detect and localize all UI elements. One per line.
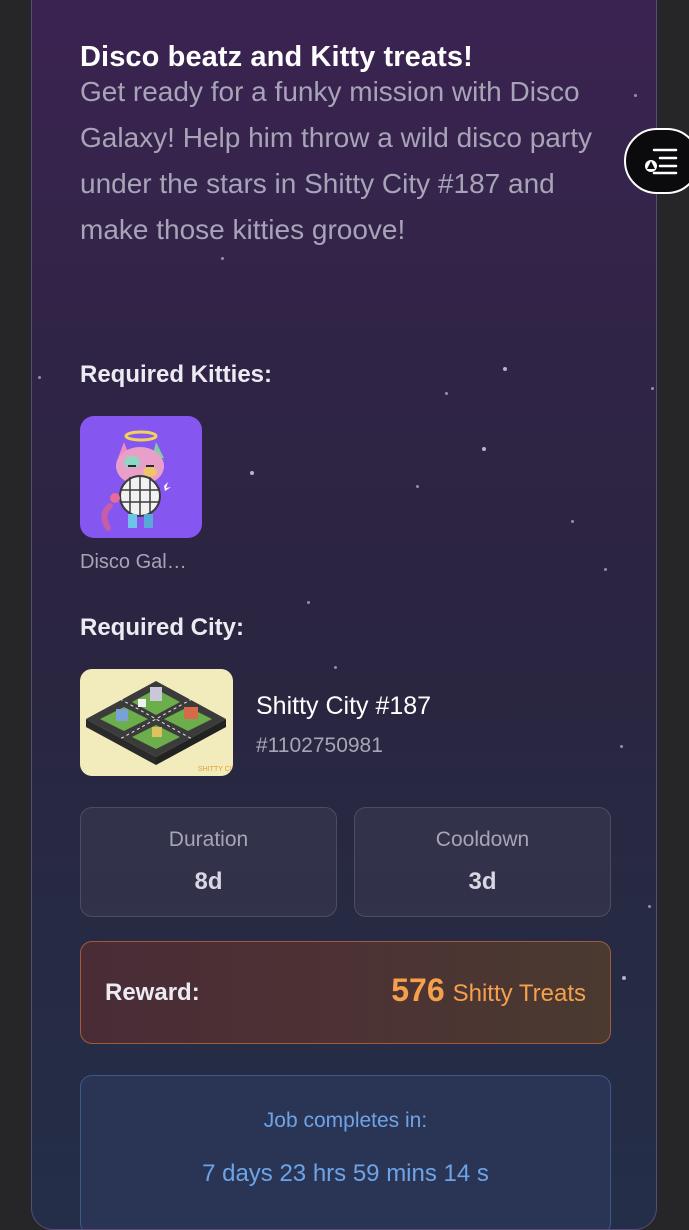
job-timer-box: Job completes in: 7 days 23 hrs 59 mins … xyxy=(80,1075,611,1229)
required-city-label: Required City: xyxy=(80,614,245,641)
city-id: #1102750981 xyxy=(256,734,383,757)
star-decoration xyxy=(250,471,254,475)
star-decoration xyxy=(648,905,651,908)
star-decoration xyxy=(503,367,507,371)
required-kitties-label: Required Kitties: xyxy=(80,361,273,388)
floating-menu-button[interactable] xyxy=(624,128,689,194)
reward-amount: 576 xyxy=(391,972,445,1008)
star-decoration xyxy=(634,94,637,97)
mission-card: Disco beatz and Kitty treats! Get ready … xyxy=(31,0,657,1230)
star-decoration xyxy=(604,568,607,571)
timer-value: 7 days 23 hrs 59 mins 14 s xyxy=(202,1160,489,1187)
cooldown-stat: Cooldown 3d xyxy=(354,807,611,917)
star-decoration xyxy=(38,376,41,379)
star-decoration xyxy=(622,976,626,980)
star-decoration xyxy=(482,447,486,451)
svg-text:SHITTY CITY: SHITTY CITY xyxy=(198,766,233,773)
duration-label: Duration xyxy=(168,828,249,851)
kitty-thumbnail[interactable] xyxy=(80,416,202,538)
duration-stat: Duration 8d xyxy=(80,807,337,917)
mission-description: Get ready for a funky mission with Disco… xyxy=(80,76,592,245)
cooldown-label: Cooldown xyxy=(435,828,530,851)
city-name: Shitty City #187 xyxy=(256,692,432,720)
star-decoration xyxy=(221,257,224,260)
star-decoration xyxy=(307,601,310,604)
kitty-name: Disco Gal… xyxy=(80,551,187,573)
city-thumbnail[interactable]: SHITTY CITY xyxy=(80,669,233,776)
reward-label: Reward: xyxy=(105,979,200,1006)
star-decoration xyxy=(571,520,574,523)
star-decoration xyxy=(445,392,448,395)
reward-box: Reward: 576 Shitty Treats xyxy=(80,941,611,1044)
menu-filter-icon xyxy=(645,148,678,175)
star-decoration xyxy=(334,666,337,669)
star-decoration xyxy=(416,485,419,488)
cooldown-value: 3d xyxy=(468,868,497,895)
city-map-image: SHITTY CITY xyxy=(86,681,233,773)
disco-kitty-image xyxy=(101,430,171,531)
reward-unit: Shitty Treats xyxy=(452,980,586,1007)
star-decoration xyxy=(651,387,654,390)
star-decoration xyxy=(620,745,623,748)
timer-label: Job completes in: xyxy=(263,1109,428,1132)
reward-value: 576 Shitty Treats xyxy=(391,972,586,1009)
duration-value: 8d xyxy=(194,868,223,895)
